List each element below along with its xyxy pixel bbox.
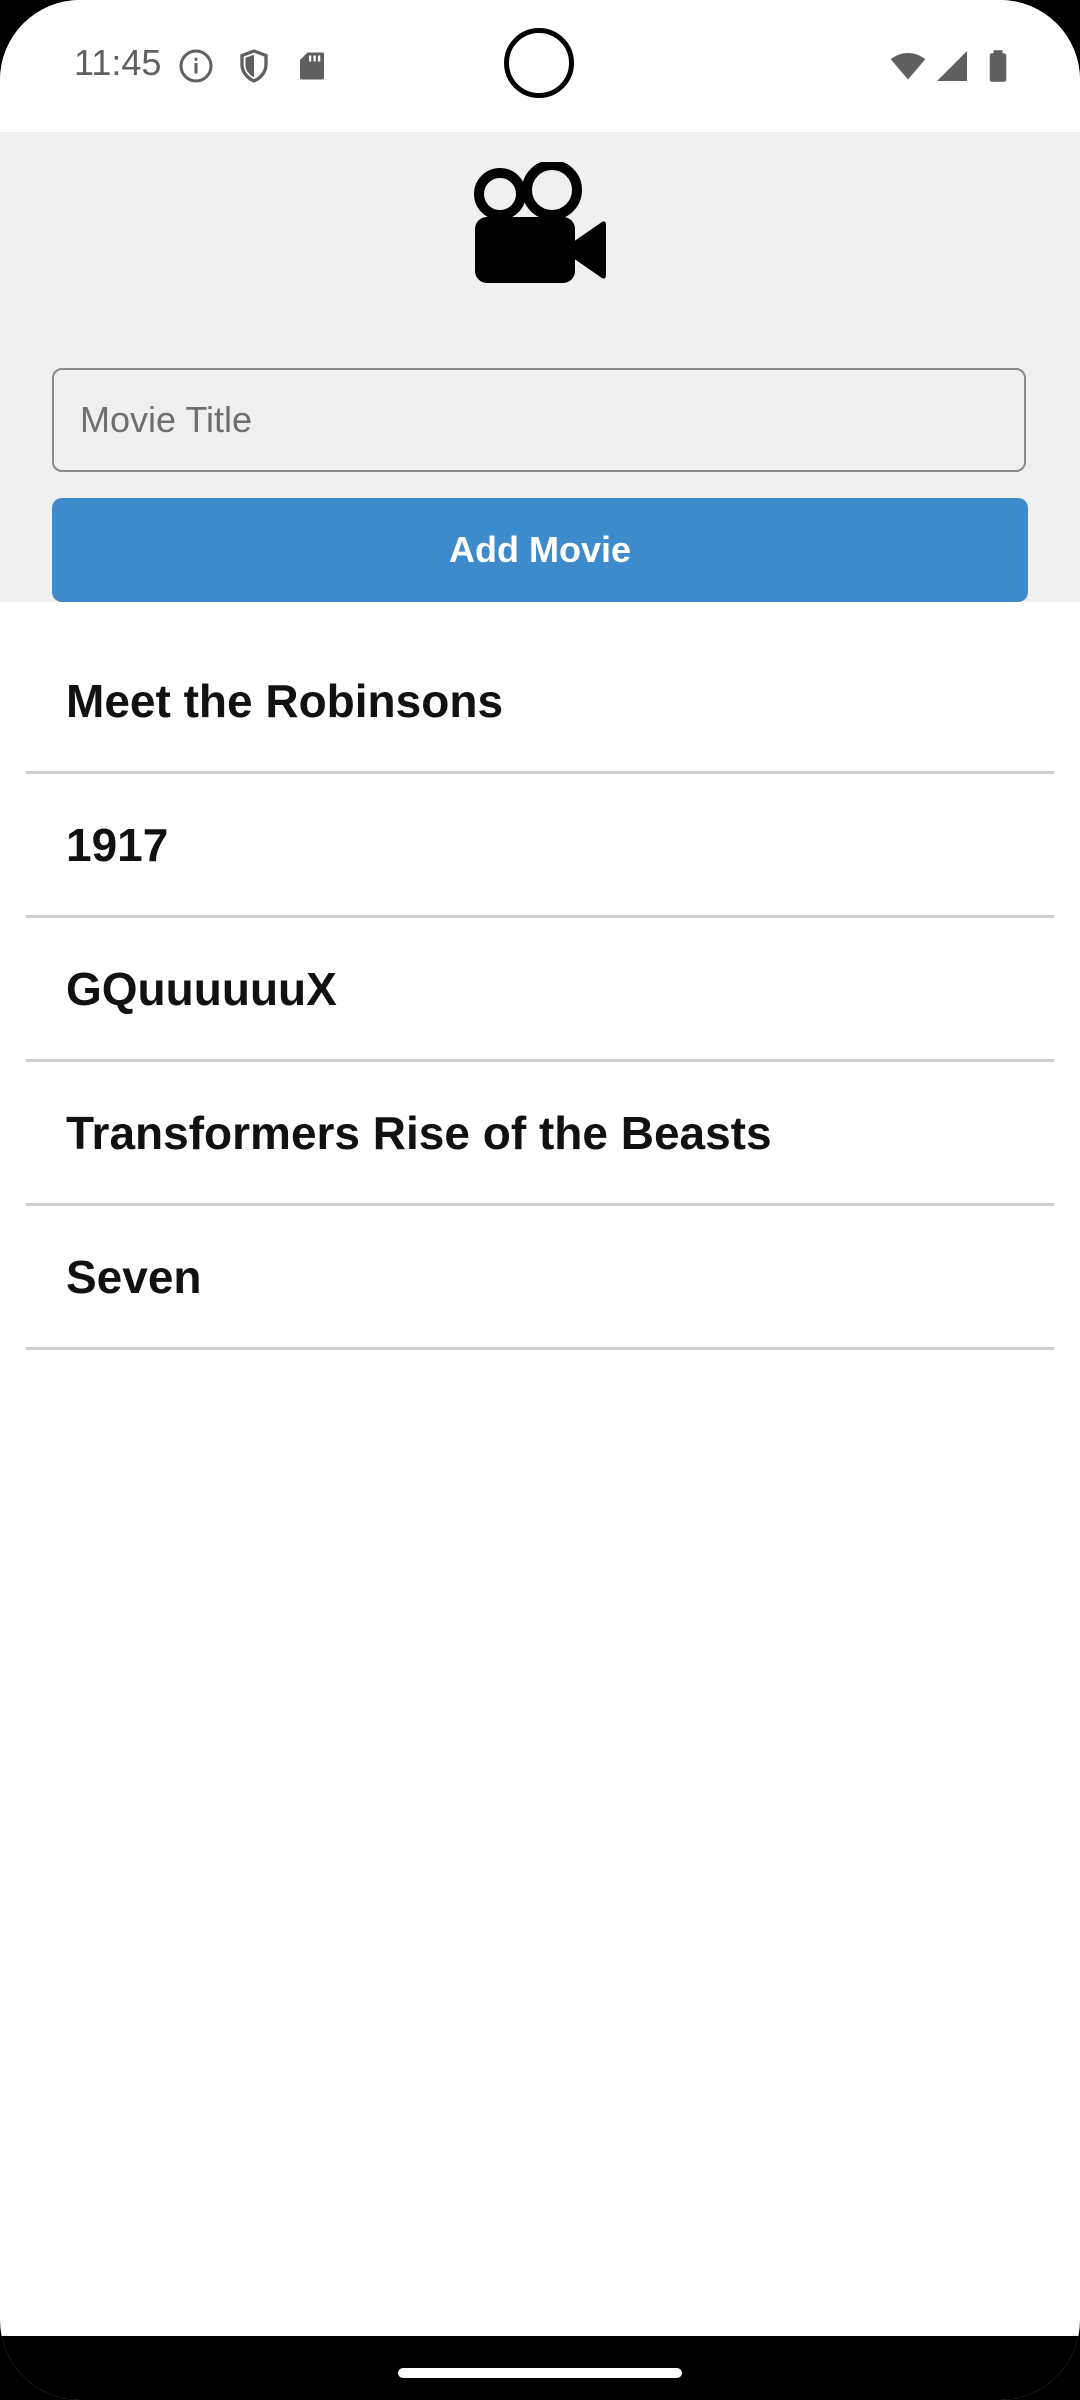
wifi-icon bbox=[890, 52, 926, 80]
movie-list-item[interactable]: GQuuuuuuX bbox=[26, 918, 1054, 1062]
add-movie-panel: Add Movie bbox=[0, 132, 1080, 602]
movie-list-item[interactable]: Meet the Robinsons bbox=[26, 602, 1054, 774]
status-bar: 11:45 bbox=[0, 0, 1080, 132]
movie-title-input[interactable] bbox=[52, 368, 1026, 472]
battery-icon bbox=[989, 50, 1007, 82]
movie-camera-icon bbox=[474, 162, 606, 283]
movie-list-item[interactable]: 1917 bbox=[26, 774, 1054, 918]
movie-list-item[interactable]: Transformers Rise of the Beasts bbox=[26, 1062, 1054, 1206]
shield-icon bbox=[240, 49, 268, 83]
front-camera-cutout bbox=[504, 28, 574, 98]
sd-card-icon bbox=[300, 52, 324, 80]
cell-signal-icon bbox=[937, 51, 967, 81]
movie-list: Meet the Robinsons 1917 GQuuuuuuX Transf… bbox=[26, 602, 1054, 1350]
add-movie-button[interactable]: Add Movie bbox=[52, 498, 1028, 602]
home-indicator[interactable] bbox=[398, 2368, 682, 2378]
info-icon bbox=[179, 49, 213, 83]
movie-list-item[interactable]: Seven bbox=[26, 1206, 1054, 1350]
status-time: 11:45 bbox=[74, 42, 162, 83]
navigation-bar bbox=[0, 2336, 1080, 2400]
phone-screen: 11:45 Movie Title Add Movie Meet the Rob… bbox=[0, 0, 1080, 2400]
